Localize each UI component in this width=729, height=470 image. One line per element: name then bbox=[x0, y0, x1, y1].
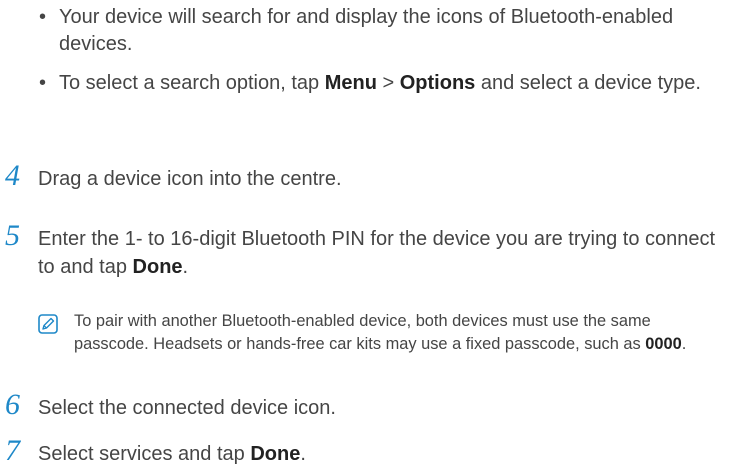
step-number: 4 bbox=[5, 159, 20, 192]
bullet-dot: • bbox=[39, 72, 47, 94]
step-number: 7 bbox=[5, 434, 20, 467]
passcode-keyword: 0000 bbox=[645, 335, 682, 353]
step-text: Enter the 1- to 16-digit Bluetooth PIN f… bbox=[38, 225, 726, 281]
bullet-list: • Your device will search for and displa… bbox=[38, 4, 728, 109]
step-text-part: . bbox=[300, 443, 306, 465]
note-text-part: . bbox=[681, 335, 687, 353]
note-text-part: To pair with another Bluetooth-enabled d… bbox=[74, 312, 651, 353]
step-text: Drag a device icon into the centre. bbox=[38, 168, 342, 190]
done-keyword: Done bbox=[132, 256, 183, 278]
bullet-item-search: • Your device will search for and displa… bbox=[38, 4, 728, 58]
step-number: 6 bbox=[5, 388, 20, 421]
note-text: To pair with another Bluetooth-enabled d… bbox=[74, 310, 724, 356]
menu-keyword: Menu bbox=[324, 72, 377, 94]
note-pencil-icon bbox=[38, 314, 58, 334]
step-text: Select services and tap Done. bbox=[38, 440, 726, 468]
manual-page: • Your device will search for and displa… bbox=[0, 0, 729, 470]
step-number: 5 bbox=[5, 219, 20, 252]
bullet-text-part: and select a device type. bbox=[475, 72, 701, 94]
options-keyword: Options bbox=[399, 72, 476, 94]
done-keyword: Done bbox=[250, 443, 301, 465]
step-text: Select the connected device icon. bbox=[38, 397, 336, 419]
note-box: To pair with another Bluetooth-enabled d… bbox=[38, 310, 728, 390]
bullet-text: Your device will search for and display … bbox=[59, 6, 674, 55]
bullet-dot: • bbox=[39, 6, 47, 28]
bullet-text-part: > bbox=[376, 72, 400, 94]
bullet-item-search-option: • To select a search option, tap Menu > … bbox=[38, 70, 728, 97]
bullet-text-part: To select a search option, tap bbox=[59, 72, 325, 94]
step-text-part: Select services and tap bbox=[38, 443, 251, 465]
step-text-part: . bbox=[182, 256, 189, 278]
